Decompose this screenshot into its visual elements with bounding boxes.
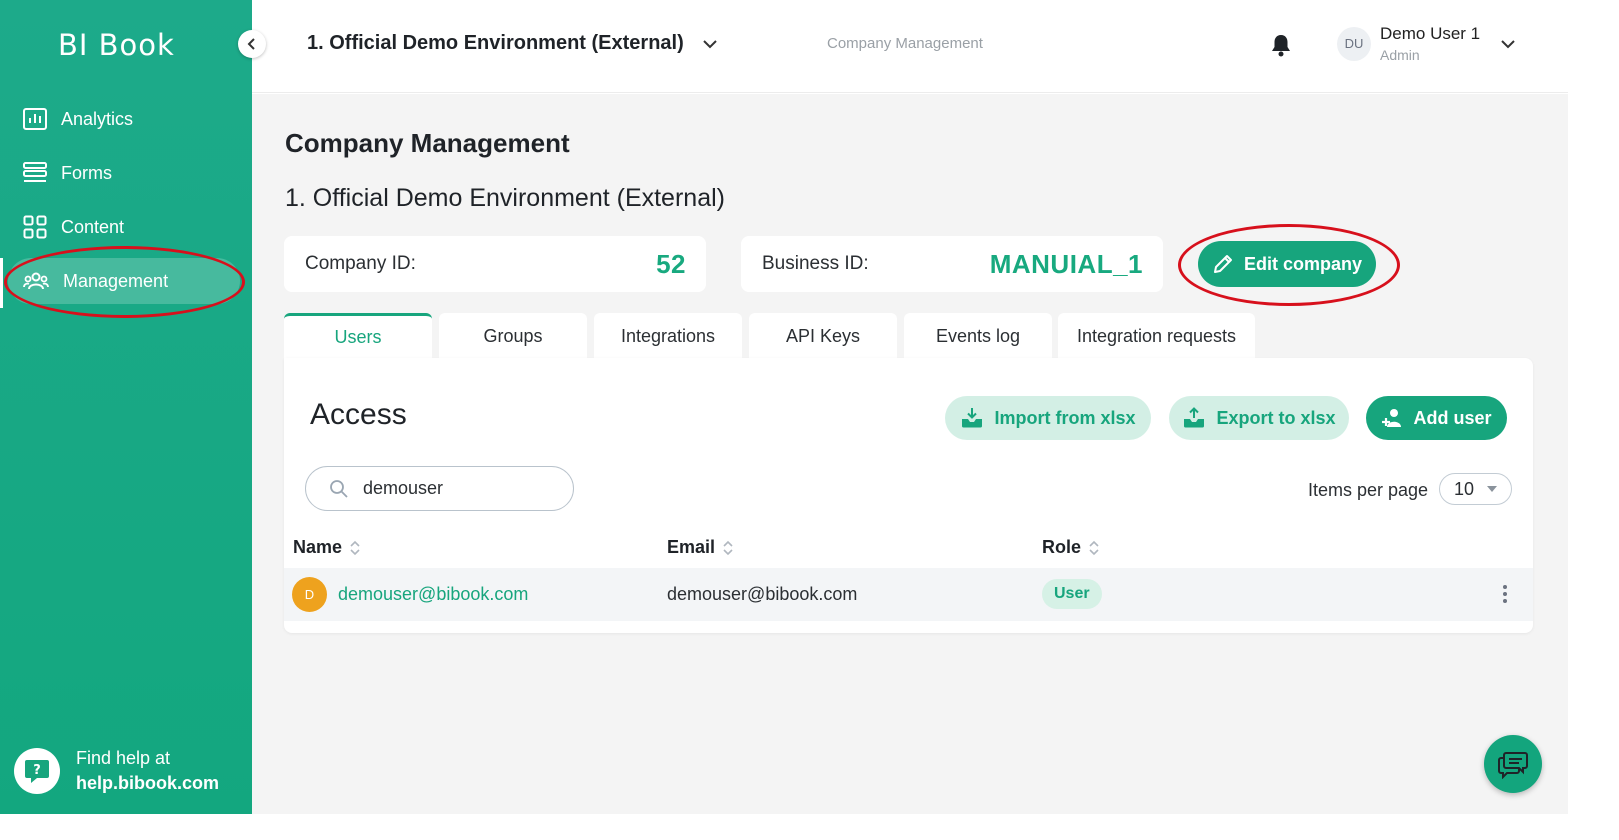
svg-text:?: ? (33, 763, 41, 778)
bar-chart-icon (23, 108, 47, 130)
column-header-name[interactable]: Name (293, 537, 360, 558)
grid-icon (23, 215, 47, 239)
notifications-bell-icon[interactable] (1270, 33, 1292, 62)
company-name: 1. Official Demo Environment (External) (285, 184, 725, 212)
main-content: Company Management 1. Official Demo Envi… (252, 94, 1568, 814)
search-input[interactable] (363, 478, 543, 499)
column-header-email[interactable]: Email (667, 537, 733, 558)
user-role: Admin (1380, 47, 1420, 63)
sort-icon (1089, 540, 1099, 555)
collapse-sidebar-button[interactable] (238, 30, 266, 58)
avatar: D (292, 577, 327, 612)
sidebar-item-management[interactable]: Management (8, 258, 240, 304)
sidebar: BI Book Analytics Forms Content Manageme… (0, 0, 252, 814)
page-title: Company Management (285, 128, 570, 158)
chevron-down-icon (1501, 39, 1515, 48)
search-box[interactable] (305, 466, 574, 511)
column-header-label: Email (667, 537, 716, 557)
export-xlsx-label: Export to xlsx (1216, 407, 1336, 428)
list-icon (23, 162, 47, 182)
pencil-icon (1213, 255, 1232, 273)
search-icon (330, 479, 348, 498)
environment-selector[interactable]: 1. Official Demo Environment (External) (307, 32, 718, 55)
user-name: Demo User 1 (1380, 24, 1481, 43)
top-header: 1. Official Demo Environment (External) … (252, 0, 1568, 93)
help-chat-icon: ? (14, 748, 60, 794)
user-menu[interactable]: DU Demo User 1 Admin (1337, 24, 1516, 63)
export-tray-icon (1184, 407, 1205, 428)
import-tray-icon (962, 408, 983, 428)
row-actions-kebab-icon[interactable] (1502, 584, 1508, 609)
avatar: DU (1337, 26, 1371, 61)
add-user-icon (1382, 409, 1402, 427)
breadcrumb: Company Management (827, 35, 983, 52)
tab-groups[interactable]: Groups (439, 313, 587, 359)
help-link[interactable]: ? Find help at help.bibook.com (14, 748, 219, 794)
sidebar-item-label: Content (61, 216, 125, 237)
items-per-page-select[interactable]: 10 (1439, 473, 1512, 505)
sort-icon (350, 540, 360, 555)
environment-name: 1. Official Demo Environment (External) (307, 32, 684, 54)
business-id-label: Business ID: (762, 253, 869, 274)
company-id-card: Company ID: 52 (284, 236, 706, 292)
sidebar-item-label: Analytics (61, 108, 134, 129)
role-badge: User (1042, 579, 1102, 609)
caret-down-icon (1487, 486, 1497, 492)
company-id-label: Company ID: (305, 253, 416, 274)
edit-company-label: Edit company (1243, 253, 1363, 274)
import-xlsx-button[interactable]: Import from xlsx (945, 396, 1151, 440)
company-id-value: 52 (656, 248, 686, 279)
business-id-value: MANUIAL_1 (989, 248, 1143, 279)
user-name-link[interactable]: demouser@bibook.com (338, 584, 528, 605)
items-per-page-value: 10 (1454, 478, 1475, 499)
tab-integration-requests[interactable]: Integration requests (1058, 313, 1255, 359)
add-user-label: Add user (1413, 407, 1492, 428)
help-text: Find help at (76, 748, 171, 768)
section-title: Access (310, 398, 407, 431)
column-header-label: Role (1042, 537, 1082, 557)
chat-bubble-icon (1498, 752, 1528, 779)
items-per-page-label: Items per page (1308, 480, 1429, 500)
tab-integrations[interactable]: Integrations (594, 313, 742, 359)
import-xlsx-label: Import from xlsx (994, 407, 1136, 428)
sidebar-item-content[interactable]: Content (8, 204, 240, 250)
sidebar-item-forms[interactable]: Forms (8, 150, 240, 196)
table-row: D demouser@bibook.com demouser@bibook.co… (284, 568, 1533, 621)
add-user-button[interactable]: Add user (1366, 396, 1507, 440)
chat-support-button[interactable] (1484, 735, 1542, 793)
sidebar-item-label: Management (63, 270, 169, 291)
sort-icon (723, 540, 733, 555)
business-id-card: Business ID: MANUIAL_1 (741, 236, 1163, 292)
export-xlsx-button[interactable]: Export to xlsx (1169, 396, 1349, 440)
people-icon (23, 272, 49, 290)
column-header-role[interactable]: Role (1042, 537, 1099, 558)
sidebar-item-label: Forms (61, 162, 112, 183)
app-logo[interactable]: BI Book (58, 28, 175, 62)
sidebar-item-analytics[interactable]: Analytics (8, 96, 240, 142)
access-panel: Access Import from xlsx Export to xlsx A… (284, 358, 1533, 633)
chevron-left-icon (247, 38, 255, 50)
tab-events-log[interactable]: Events log (904, 313, 1052, 359)
tab-users[interactable]: Users (284, 313, 432, 359)
chevron-down-icon (703, 39, 717, 48)
active-indicator (0, 258, 3, 308)
tab-api-keys[interactable]: API Keys (749, 313, 897, 359)
column-header-label: Name (293, 537, 343, 557)
help-url[interactable]: help.bibook.com (76, 773, 219, 794)
edit-company-button[interactable]: Edit company (1198, 241, 1376, 287)
user-email: demouser@bibook.com (667, 584, 858, 604)
